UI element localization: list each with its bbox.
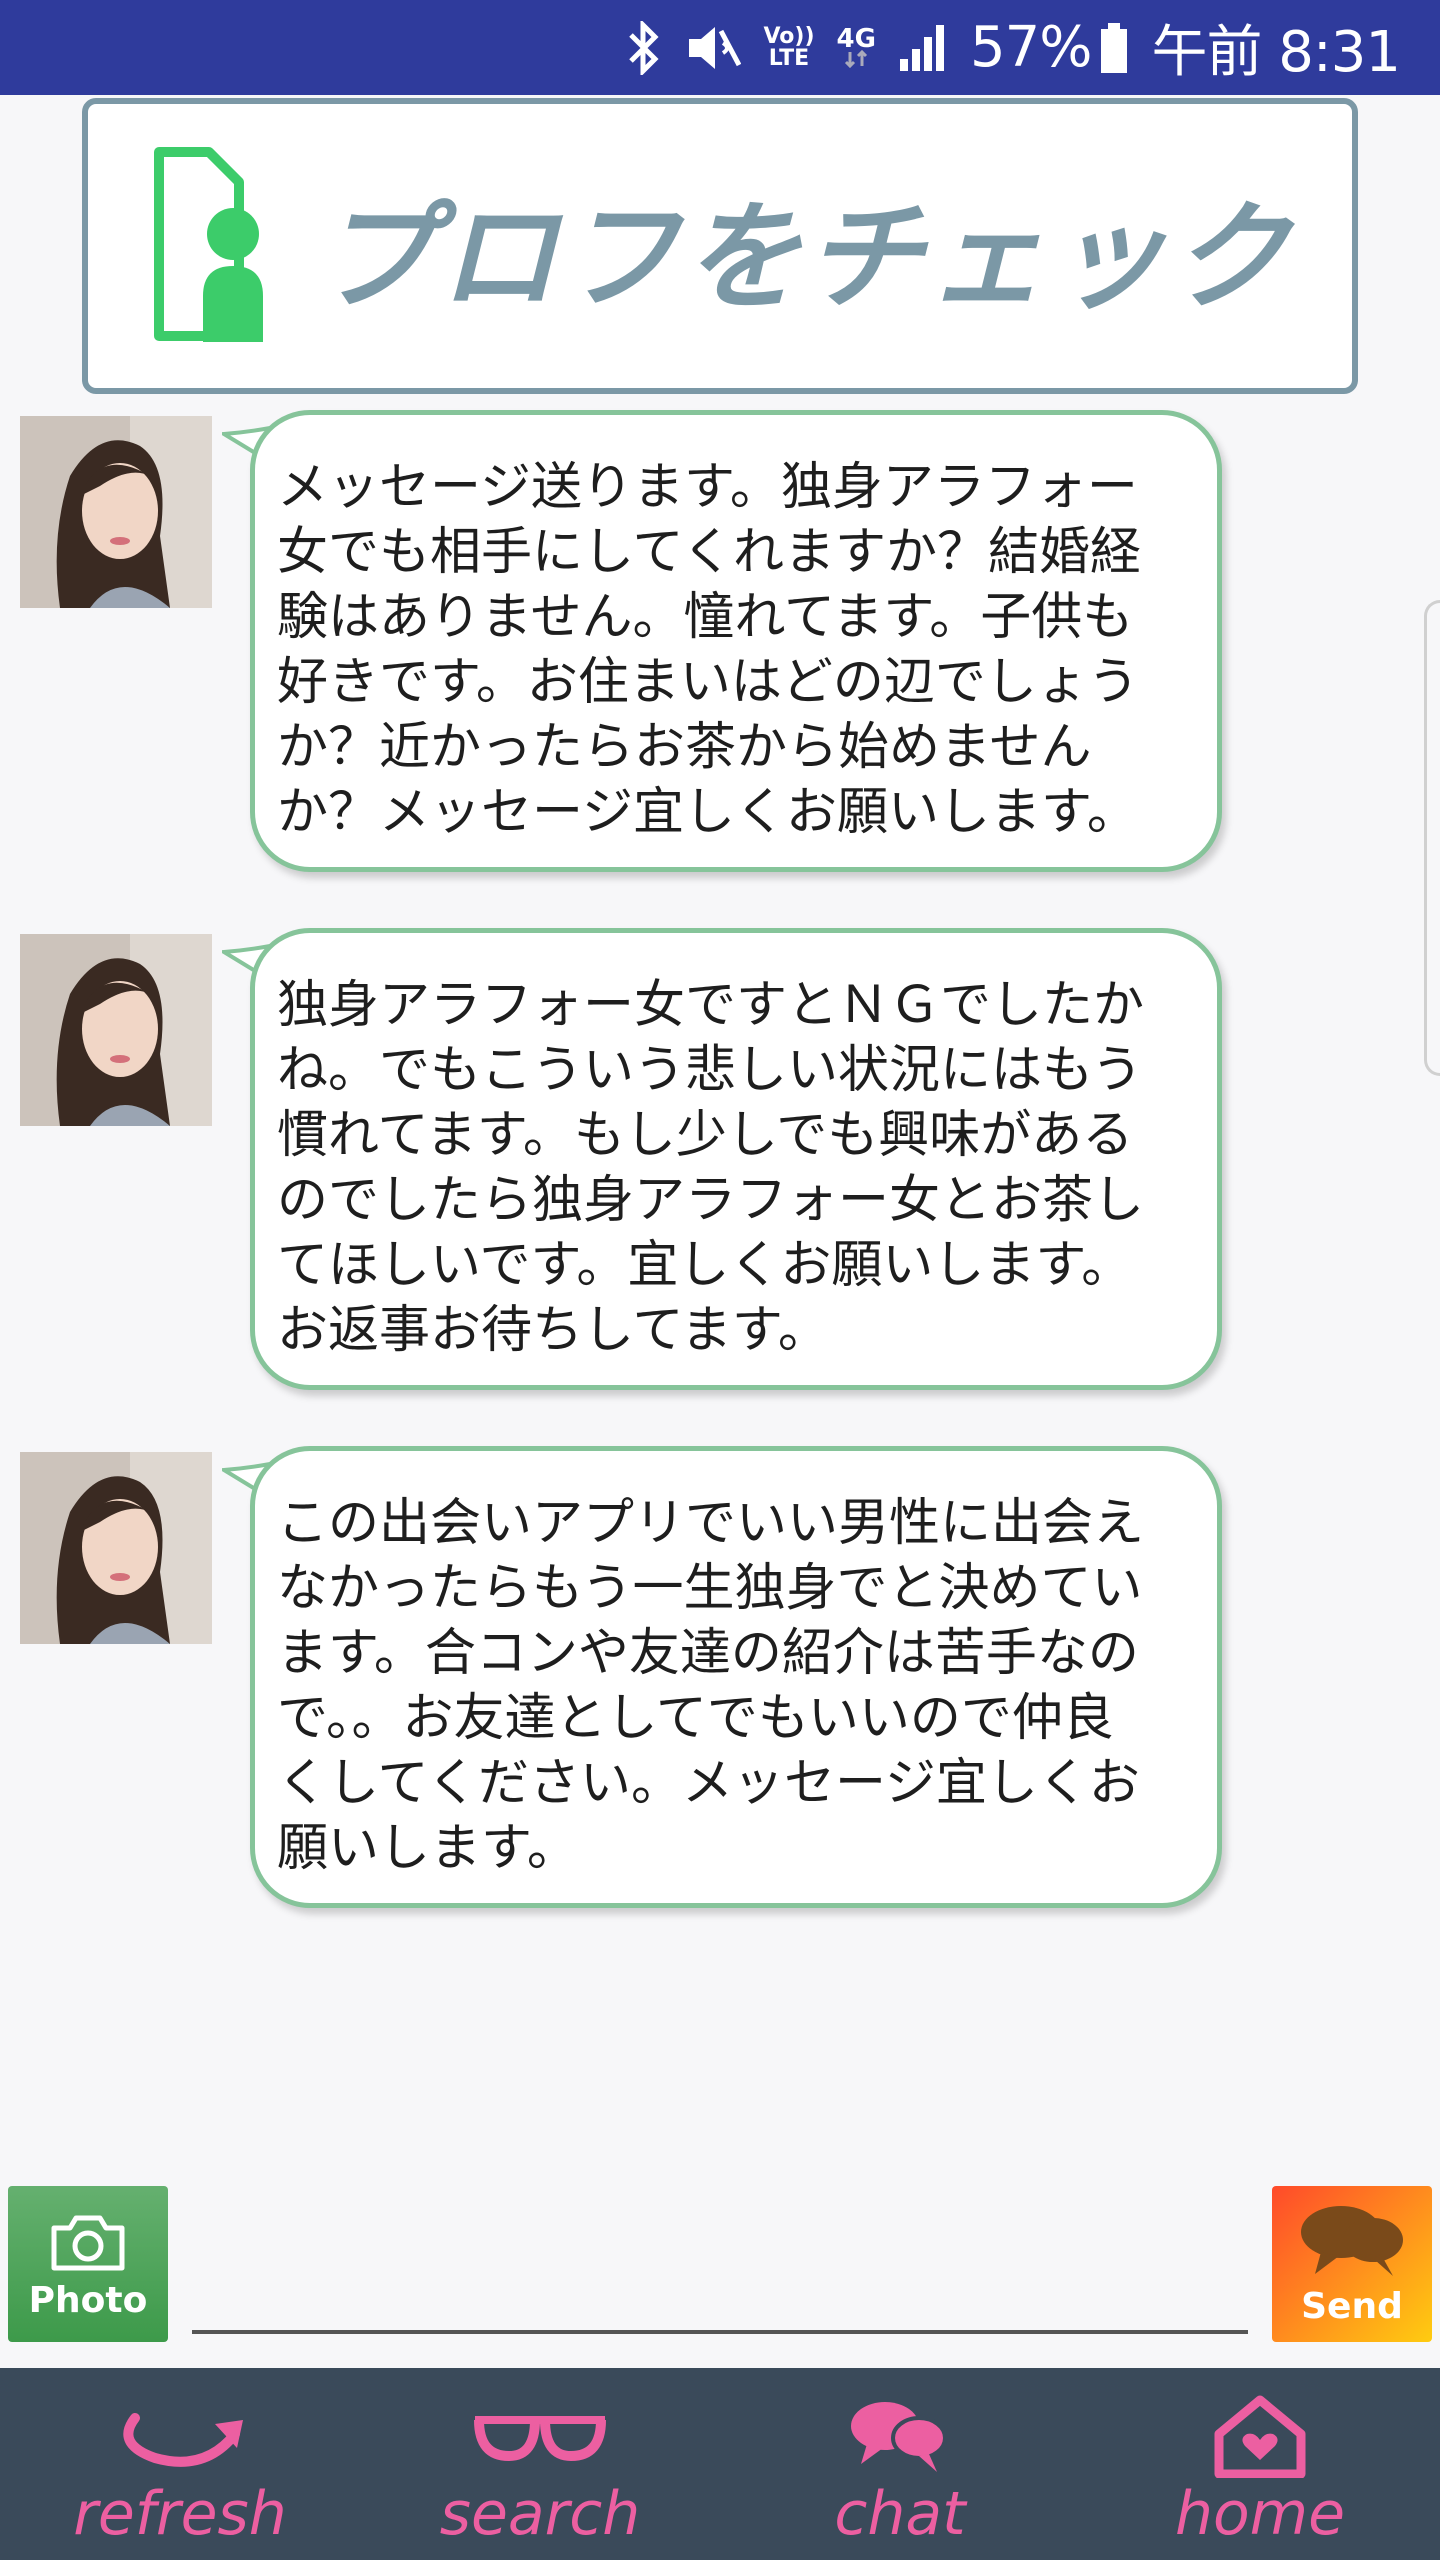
nav-refresh-label: refresh [73,2479,287,2549]
profile-check-label: プロフをチェック [316,187,1293,326]
message-text: 独身アラフォー女ですとＮＧでしたか ね。でもこういう悲しい状況にはもう 慣れてま… [277,976,1145,1360]
message-bubble: メッセージ送ります。独身アラフォー 女でも相手にしてくれますか？結婚経 験はあり… [250,410,1222,872]
avatar-portrait [20,416,212,608]
send-button-label: Send [1301,2286,1403,2327]
nav-chat[interactable]: chat [720,2368,1080,2560]
mute-icon [683,21,742,75]
avatar[interactable] [20,1452,212,1644]
bluetooth-icon [625,20,661,75]
message-item: この出会いアプリでいい男性に出会え なかったらもう一生独身でと決めてい ます。合… [0,1446,1440,1926]
nav-home[interactable]: home [1080,2368,1440,2560]
message-bubble: 独身アラフォー女ですとＮＧでしたか ね。でもこういう悲しい状況にはもう 慣れてま… [250,928,1222,1390]
nav-home-label: home [1174,2479,1346,2549]
profile-check-button[interactable]: プロフをチェック [82,98,1358,394]
avatar-portrait [20,1452,212,1644]
avatar-portrait [20,934,212,1126]
battery-icon [1099,21,1129,75]
battery-percentage: 57% [969,15,1092,80]
avatar[interactable] [20,416,212,608]
chat-bubbles-icon [1301,2206,1403,2276]
photo-button-label: Photo [28,2280,148,2321]
profile-document-icon [153,147,263,342]
clock-time: 午前 8:31 [1151,20,1401,85]
volte-label: Vo)) LTE [763,23,815,71]
message-item: メッセージ送ります。独身アラフォー 女でも相手にしてくれますか？結婚経 験はあり… [0,410,1440,890]
message-input[interactable] [192,2238,1248,2334]
nav-search[interactable]: search [360,2368,720,2560]
camera-icon [51,2215,125,2271]
signal-icon [898,23,948,73]
avatar[interactable] [20,934,212,1126]
chat-icon [851,2402,947,2472]
message-text: この出会いアプリでいい男性に出会え なかったらもう一生独身でと決めてい ます。合… [277,1494,1145,1878]
status-bar: Vo)) LTE 4G 57% 午前 8:31 [0,0,1440,95]
message-bubble: この出会いアプリでいい男性に出会え なかったらもう一生独身でと決めてい ます。合… [250,1446,1222,1908]
message-text: メッセージ送ります。独身アラフォー 女でも相手にしてくれますか？結婚経 験はあり… [277,458,1141,842]
network-type-label: 4G [836,23,876,68]
glasses-icon [474,2416,606,2462]
network-type-text: 4G [836,23,876,54]
nav-search-label: search [439,2479,641,2549]
bottom-nav: refresh search chat home [0,2368,1440,2560]
compose-bar: Photo Send [0,2178,1440,2358]
nav-refresh[interactable]: refresh [0,2368,360,2560]
photo-button[interactable]: Photo [8,2186,168,2342]
home-icon [1214,2395,1306,2478]
send-button[interactable]: Send [1272,2186,1432,2342]
refresh-icon [123,2413,243,2467]
message-item: 独身アラフォー女ですとＮＧでしたか ね。でもこういう悲しい状況にはもう 慣れてま… [0,928,1440,1408]
nav-chat-label: chat [834,2479,966,2549]
